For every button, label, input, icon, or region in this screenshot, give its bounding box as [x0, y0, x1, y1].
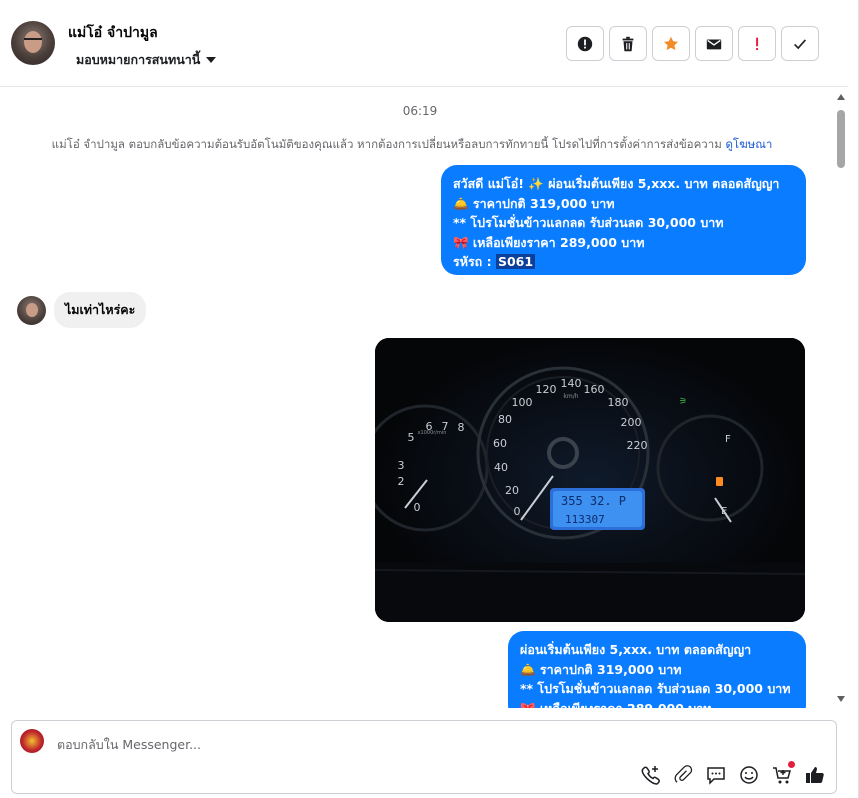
thumbs-up-icon [806, 767, 824, 783]
tach-tick: 3 [398, 459, 405, 472]
incoming-message-row: ไมเท่าไหร่คะ [17, 292, 147, 328]
tach-tick: 5 [408, 431, 415, 444]
message-line: สวัสดี แม่โอ๋! ✨ ผ่อนเริ่มต้นเพียง 5,xxx… [453, 176, 780, 191]
speed-tick: 100 [512, 396, 533, 409]
auto-reply-notice-text: แม่โอ๋ จำปามูล ตอบกลับข้อความต้อนรับอัตโ… [51, 137, 722, 151]
paperclip-icon [674, 765, 693, 783]
delete-button[interactable] [609, 26, 647, 61]
speed-tick: 60 [493, 437, 507, 450]
smiley-icon [740, 766, 758, 784]
report-icon [577, 36, 593, 51]
contact-name[interactable]: แม่โอ๋ จำปามูล [68, 22, 158, 44]
outgoing-message[interactable]: สวัสดี แม่โอ๋! ✨ ผ่อนเริ่มต้นเพียง 5,xxx… [441, 165, 806, 275]
scroll-up-arrow[interactable] [837, 94, 845, 100]
assign-conversation-dropdown[interactable]: มอบหมายการสนทนานี้ [76, 50, 217, 70]
shop-button[interactable] [771, 761, 795, 786]
speed-unit: km/h [563, 393, 578, 400]
mark-done-button[interactable] [781, 26, 819, 61]
tach-tick: 2 [398, 475, 405, 488]
message-line: 🛎️ ราคาปกติ 319,000 บาท [520, 661, 682, 677]
car-code: S061 [495, 254, 536, 269]
lcd-odometer: 113307 [565, 513, 605, 526]
speed-tick: 120 [536, 383, 557, 396]
message-line: ** โปรโมชั่นข้าวแลกลด รับส่วนลด 30,000 บ… [520, 681, 791, 696]
message-line: 🛎️ ราคาปกติ 319,000 บาท [453, 195, 615, 211]
svg-text:⚞: ⚞ [679, 397, 687, 407]
like-button[interactable] [804, 764, 826, 786]
view-ad-link[interactable]: ดูโฆษณา [725, 137, 772, 151]
message-line: รหัรถ : S061 [453, 252, 794, 272]
reply-input[interactable]: ตอบกลับใน Messenger... [57, 735, 201, 755]
message-line: ** โปรโมชั่นข้าวแลกลด รับส่วนลด 30,000 บ… [453, 215, 724, 230]
incoming-message[interactable]: ไมเท่าไหร่คะ [54, 292, 147, 328]
lcd-top-readout: 355 32. P [561, 494, 626, 508]
auto-reply-notice: แม่โอ๋ จำปามูล ตอบกลับข้อความต้อนรับอัตโ… [0, 136, 824, 154]
assign-label: มอบหมายการสนทนานี้ [76, 52, 201, 67]
speed-tick: 80 [498, 413, 512, 426]
emoji-button[interactable] [738, 764, 760, 786]
thread-scrollbar[interactable] [834, 88, 848, 708]
envelope-icon [706, 39, 722, 49]
composer-tools [639, 761, 826, 786]
header-actions [566, 26, 819, 61]
contact-avatar[interactable] [11, 21, 55, 65]
tach-tick: 8 [458, 421, 465, 434]
speed-tick: 140 [561, 377, 582, 390]
car-code-label: รหัรถ : [453, 254, 496, 269]
messenger-conversation-panel: แม่โอ๋ จำปามูล มอบหมายการสนทนานี้ 06:19 … [0, 0, 859, 798]
saved-replies-button[interactable] [705, 764, 727, 786]
dashboard-photo[interactable]: 0 2 3 4 5 6 7 8 0 20 40 60 80 100 120 14… [375, 338, 805, 622]
scroll-thumb[interactable] [837, 110, 845, 168]
message-thread[interactable]: 06:19 แม่โอ๋ จำปามูล ตอบกลับข้อความต้อนร… [0, 88, 834, 708]
call-button[interactable] [639, 764, 661, 786]
check-icon [794, 38, 807, 49]
spam-button[interactable] [738, 26, 776, 61]
caret-down-icon [206, 57, 217, 63]
mark-unread-button[interactable] [695, 26, 733, 61]
scroll-down-arrow[interactable] [837, 696, 845, 702]
fuel-full: F [725, 434, 731, 445]
tach-tick: 0 [414, 501, 421, 514]
message-line: 🎀 เหลือเพียงราคา 289,000 บาท [520, 700, 712, 709]
message-line: ผ่อนเริ่มต้นเพียง 5,xxx. บาท ตลอดสัญญา [520, 642, 752, 657]
star-icon [663, 36, 679, 50]
tach-unit: x1000r/min [418, 430, 447, 436]
speed-tick: 160 [584, 383, 605, 396]
sender-avatar[interactable] [17, 295, 46, 325]
conversation-header: แม่โอ๋ จำปามูล มอบหมายการสนทนานี้ [0, 0, 848, 87]
speed-tick: 0 [514, 505, 521, 518]
speed-tick: 180 [608, 396, 629, 409]
page-avatar [20, 729, 44, 753]
exclamation-icon [756, 37, 759, 50]
outgoing-message[interactable]: ผ่อนเริ่มต้นเพียง 5,xxx. บาท ตลอดสัญญา 🛎… [508, 631, 806, 708]
notification-dot [788, 761, 795, 768]
speed-tick: 220 [627, 439, 648, 452]
chat-bubble-icon [707, 767, 725, 785]
speed-tick: 200 [621, 416, 642, 429]
star-button[interactable] [652, 26, 690, 61]
message-composer[interactable]: ตอบกลับใน Messenger... [11, 720, 837, 794]
report-button[interactable] [566, 26, 604, 61]
message-timestamp: 06:19 [402, 104, 438, 118]
fuel-empty: E [721, 506, 727, 517]
message-line: 🎀 เหลือเพียงราคา 289,000 บาท [453, 234, 645, 250]
speed-tick: 40 [494, 461, 508, 474]
trash-icon [622, 36, 634, 51]
speed-tick: 20 [505, 484, 519, 497]
phone-plus-icon [641, 766, 660, 785]
instrument-cluster-image: 0 2 3 4 5 6 7 8 0 20 40 60 80 100 120 14… [375, 338, 805, 622]
attach-button[interactable] [672, 764, 694, 786]
